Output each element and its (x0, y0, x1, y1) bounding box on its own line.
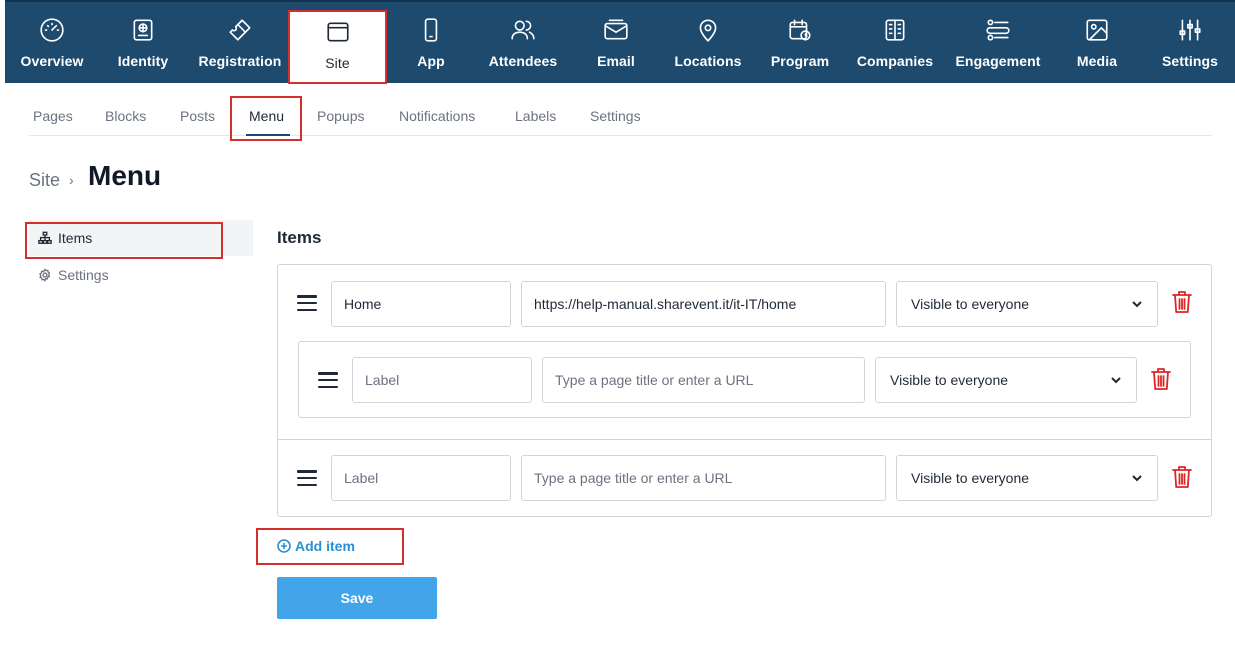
trash-icon (1151, 368, 1171, 390)
tab-pages[interactable]: Pages (33, 108, 73, 124)
nav-item-engagement[interactable]: Engagement (945, 2, 1051, 83)
nav-item-registration[interactable]: Registration (190, 2, 290, 83)
drag-handle-icon[interactable] (297, 295, 317, 311)
nav-item-email[interactable]: Email (571, 2, 661, 83)
nav-item-overview[interactable]: Overview (8, 2, 96, 83)
sliders-icon (1177, 16, 1203, 44)
sidebar-item-settings[interactable]: Settings (29, 257, 253, 293)
id-card-icon (130, 16, 156, 44)
breadcrumb-parent-link[interactable]: Site (29, 170, 60, 191)
gauge-icon (39, 16, 65, 44)
nav-item-program[interactable]: Program (755, 2, 845, 83)
menu-item-label-input[interactable] (352, 357, 532, 403)
breadcrumb-separator: › (69, 172, 74, 188)
menu-item-label-input[interactable] (331, 281, 511, 327)
sitemap-icon (38, 231, 52, 244)
chevron-down-icon (1132, 301, 1142, 308)
page-title: Menu (88, 160, 162, 191)
list-users-icon (985, 16, 1011, 44)
visibility-select[interactable]: Visible to everyone (875, 357, 1137, 403)
active-tab-underline (246, 134, 290, 136)
chevron-down-icon (1111, 377, 1121, 384)
add-item-label: Add item (295, 538, 355, 554)
nav-item-label: Email (597, 53, 635, 69)
top-navigation-bar: Overview Identity Registration Site App … (5, 0, 1235, 84)
sub-tabs: Pages Blocks Posts Menu Popups Notificat… (29, 96, 1212, 136)
delete-item-button[interactable] (1171, 290, 1193, 314)
nav-item-locations[interactable]: Locations (661, 2, 755, 83)
nav-item-label: App (417, 53, 445, 69)
nav-item-label: Locations (674, 53, 742, 69)
nav-item-attendees[interactable]: Attendees (475, 2, 571, 83)
menu-item-label-input[interactable] (331, 455, 511, 501)
drag-handle-icon[interactable] (297, 470, 317, 486)
map-pin-icon (695, 16, 721, 44)
visibility-select-value: Visible to everyone (911, 296, 1030, 312)
nav-item-label: Companies (856, 53, 934, 69)
gear-icon (39, 268, 51, 282)
tab-blocks[interactable]: Blocks (105, 108, 146, 124)
sidebar-item-label: Items (58, 230, 93, 246)
image-icon (1084, 16, 1110, 44)
tab-settings[interactable]: Settings (590, 108, 641, 124)
smartphone-icon (418, 16, 444, 44)
visibility-select[interactable]: Visible to everyone (896, 455, 1158, 501)
calendar-clock-icon (787, 16, 813, 44)
nav-item-site[interactable]: Site (288, 10, 387, 84)
nav-item-label: Overview (20, 53, 84, 69)
ticket-icon (227, 16, 253, 44)
nav-item-label: Media (1076, 53, 1118, 69)
nav-item-settings[interactable]: Settings (1145, 2, 1235, 83)
nav-item-label: Program (770, 53, 830, 69)
tab-notifications[interactable]: Notifications (399, 108, 475, 124)
trash-icon (1172, 466, 1192, 488)
users-icon (510, 16, 536, 44)
tab-posts[interactable]: Posts (180, 108, 215, 124)
sidebar-item-label: Settings (58, 267, 109, 283)
menu-item-url-input[interactable] (521, 281, 886, 327)
visibility-select-value: Visible to everyone (890, 372, 1009, 388)
trash-icon (1172, 291, 1192, 313)
visibility-select[interactable]: Visible to everyone (896, 281, 1158, 327)
visibility-select-value: Visible to everyone (911, 470, 1030, 486)
tab-menu[interactable]: Menu (249, 108, 284, 124)
mail-icon (603, 16, 629, 44)
menu-item-url-input[interactable] (542, 357, 865, 403)
nav-item-companies[interactable]: Companies (845, 2, 945, 83)
tab-popups[interactable]: Popups (317, 108, 364, 124)
sidebar-item-items[interactable]: Items (29, 220, 253, 256)
nav-item-label: Attendees (488, 53, 558, 69)
save-button[interactable]: Save (277, 577, 437, 619)
building-icon (882, 16, 908, 44)
delete-item-button[interactable] (1150, 367, 1172, 391)
chevron-down-icon (1132, 475, 1142, 482)
nav-item-label: Engagement (955, 53, 1041, 69)
delete-item-button[interactable] (1171, 465, 1193, 489)
add-item-button[interactable]: Add item (277, 538, 355, 554)
browser-window-icon (325, 18, 351, 46)
tab-labels[interactable]: Labels (515, 108, 556, 124)
nav-item-media[interactable]: Media (1055, 2, 1139, 83)
drag-handle-icon[interactable] (318, 372, 338, 388)
nav-item-app[interactable]: App (389, 2, 473, 83)
row-divider (278, 439, 1211, 440)
nav-item-label: Registration (198, 53, 282, 69)
nav-item-label: Site (325, 55, 350, 71)
nav-item-label: Identity (117, 53, 169, 69)
menu-item-url-input[interactable] (521, 455, 886, 501)
nav-item-identity[interactable]: Identity (96, 2, 190, 83)
nav-item-label: Settings (1161, 53, 1219, 69)
plus-circle-icon (277, 539, 291, 553)
items-heading: Items (277, 228, 322, 247)
